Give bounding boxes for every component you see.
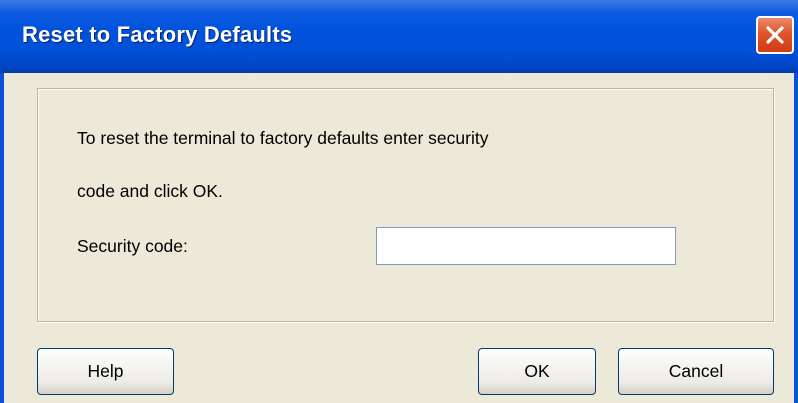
content-panel [37,88,774,322]
title-bar[interactable]: Reset to Factory Defaults [0,0,798,73]
security-code-input[interactable] [376,227,676,265]
close-icon [766,26,784,44]
instruction-text-line-1: To reset the terminal to factory default… [77,128,489,148]
help-button[interactable]: Help [37,348,174,395]
cancel-button[interactable]: Cancel [618,348,774,395]
dialog-title: Reset to Factory Defaults [22,22,293,47]
instruction-text-line-2: code and click OK. [77,181,223,201]
window-border-right [794,73,798,403]
close-button[interactable] [756,16,794,54]
window-border-left [0,73,4,403]
ok-button[interactable]: OK [478,348,596,395]
reset-factory-defaults-dialog: Reset to Factory Defaults To reset the t… [0,0,798,403]
security-code-label: Security code: [77,236,188,256]
